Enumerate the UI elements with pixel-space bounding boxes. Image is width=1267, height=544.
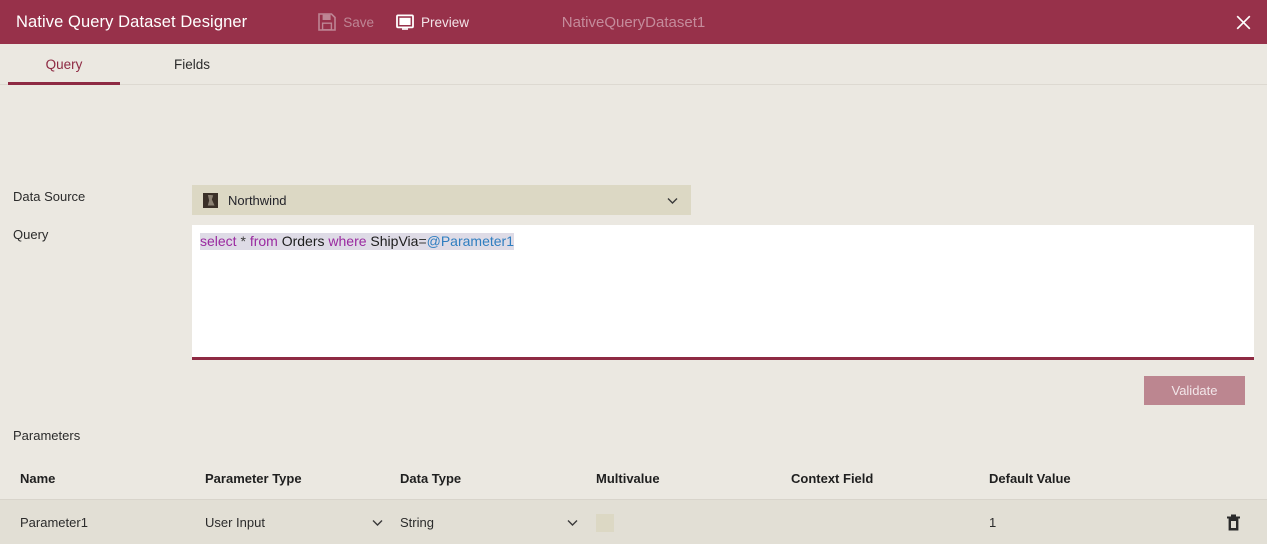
column-header-name: Name [20, 471, 56, 486]
preview-button[interactable]: Preview [396, 13, 469, 31]
chevron-down-icon [667, 197, 678, 204]
tab-fields[interactable]: Fields [128, 44, 256, 84]
data-source-value: Northwind [228, 192, 287, 208]
save-button[interactable]: Save [318, 13, 374, 31]
query-text: select * from Orders where ShipVia=@Para… [200, 233, 514, 250]
parameters-grid: Name Parameter Type Data Type Multivalue… [0, 458, 1267, 544]
data-type-select[interactable]: String [400, 510, 578, 536]
app-title: Native Query Dataset Designer [16, 12, 248, 31]
parameter-name: Parameter1 [20, 515, 88, 530]
sql-token: where [328, 233, 367, 249]
tab-query[interactable]: Query [0, 44, 128, 85]
data-type-value: String [400, 515, 434, 530]
designer-body: Data Source Northwind Query select * fro… [0, 85, 1267, 544]
validate-button[interactable]: Validate [1144, 376, 1245, 405]
database-icon [203, 192, 218, 208]
close-icon [1236, 15, 1250, 29]
sql-token: from [249, 233, 278, 249]
close-button[interactable] [1219, 0, 1267, 44]
chevron-down-icon [372, 520, 383, 526]
parameter-type-value: User Input [205, 515, 265, 530]
sql-token: @Parameter1 [426, 233, 514, 249]
data-source-label: Data Source [13, 189, 86, 204]
query-label: Query [13, 227, 49, 242]
column-header-default-value: Default Value [989, 471, 1071, 486]
chevron-down-icon [567, 520, 578, 526]
sql-token: = [418, 233, 427, 249]
sql-token: ShipVia [370, 233, 419, 249]
parameters-section-label: Parameters [13, 428, 81, 443]
column-header-multivalue: Multivalue [596, 471, 660, 486]
tab-fields-label: Fields [173, 56, 210, 72]
titlebar-actions: Save Preview [318, 13, 469, 31]
save-button-label: Save [343, 14, 375, 30]
sql-token: Orders [281, 233, 325, 249]
multivalue-cell [596, 513, 791, 532]
delete-parameter-cell [1199, 514, 1267, 531]
query-editor[interactable]: select * from Orders where ShipVia=@Para… [192, 225, 1254, 360]
trash-icon[interactable] [1226, 514, 1241, 531]
preview-button-label: Preview [421, 14, 470, 30]
column-header-parameter-type: Parameter Type [205, 471, 302, 486]
table-row[interactable]: Parameter1 User Input String 1 [0, 500, 1267, 544]
default-value[interactable]: 1 [989, 515, 1199, 530]
tab-query-label: Query [45, 56, 83, 72]
parameter-type-cell: User Input [205, 510, 400, 536]
floppy-disk-icon [318, 13, 337, 31]
sql-token: select [200, 233, 237, 249]
title-bar: Native Query Dataset Designer Save Previ… [0, 0, 1267, 44]
monitor-icon [396, 14, 414, 30]
data-type-cell: String [400, 510, 596, 536]
column-header-context-field: Context Field [791, 471, 874, 486]
parameter-type-select[interactable]: User Input [205, 510, 383, 536]
parameters-grid-header: Name Parameter Type Data Type Multivalue… [0, 458, 1267, 500]
column-header-data-type: Data Type [400, 471, 462, 486]
multivalue-checkbox[interactable] [596, 513, 614, 532]
tab-strip: Query Fields [0, 44, 1267, 85]
data-source-select[interactable]: Northwind [192, 185, 691, 215]
validate-button-label: Validate [1171, 383, 1218, 398]
